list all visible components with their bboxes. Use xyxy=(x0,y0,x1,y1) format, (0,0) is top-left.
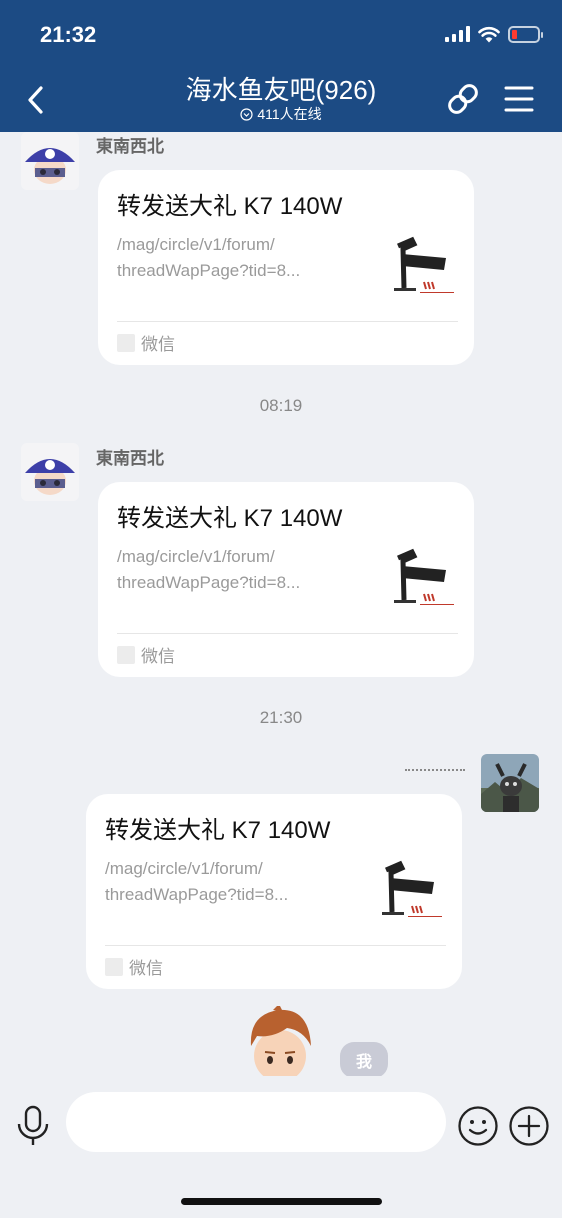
share-link-button[interactable] xyxy=(444,80,482,118)
sender-avatar[interactable] xyxy=(21,132,79,190)
product-thumbnail xyxy=(378,860,444,926)
status-time: 21:32 xyxy=(40,22,97,47)
group-title: 海水鱼友吧(926) xyxy=(185,75,377,105)
card-desc-line: /mag/circle/v1/forum/ xyxy=(117,235,275,254)
shared-link-card[interactable]: 转发送大礼 K7 140W /mag/circle/v1/forum/ thre… xyxy=(98,482,474,677)
sender-name: 東南西北 xyxy=(96,137,164,156)
source-label: 微信 xyxy=(141,335,175,354)
chat-area[interactable]: 東南西北 转发送大礼 K7 140W /mag/circle/v1/forum/… xyxy=(0,132,562,1076)
chevron-left-icon xyxy=(28,86,43,114)
cellular-signal-icon xyxy=(445,26,470,42)
message-timestamp: 21:30 xyxy=(259,708,303,727)
card-title: 转发送大礼 K7 140W xyxy=(117,505,343,532)
card-title: 转发送大礼 K7 140W xyxy=(117,193,343,220)
voice-button[interactable] xyxy=(14,1104,52,1148)
sender-name: 東南西北 xyxy=(96,449,164,468)
card-divider xyxy=(117,633,458,634)
card-divider xyxy=(117,321,458,322)
home-indicator xyxy=(181,1198,382,1205)
wechat-source-icon xyxy=(117,333,135,352)
source-label: 微信 xyxy=(129,959,163,978)
card-desc-line: threadWapPage?tid=8... xyxy=(117,573,301,592)
chevron-down-circle-icon xyxy=(240,107,253,121)
card-desc-line: /mag/circle/v1/forum/ xyxy=(117,547,275,566)
card-description: /mag/circle/v1/forum/ threadWapPage?tid=… xyxy=(105,856,335,908)
message-input[interactable] xyxy=(66,1092,446,1152)
card-title: 转发送大礼 K7 140W xyxy=(105,817,331,844)
card-desc-line: threadWapPage?tid=8... xyxy=(105,885,289,904)
cartoon-boy-avatar[interactable] xyxy=(243,1006,317,1076)
more-button[interactable] xyxy=(508,1105,550,1147)
wechat-source-icon xyxy=(117,645,135,664)
message-timestamp: 08:19 xyxy=(259,396,303,415)
card-divider xyxy=(105,945,446,946)
menu-button[interactable] xyxy=(503,84,535,114)
card-description: /mag/circle/v1/forum/ threadWapPage?tid=… xyxy=(117,232,347,284)
self-name-placeholder xyxy=(405,769,465,772)
card-desc-line: threadWapPage?tid=8... xyxy=(117,261,301,280)
self-avatar[interactable] xyxy=(481,754,539,812)
shared-link-card[interactable]: 转发送大礼 K7 140W /mag/circle/v1/forum/ thre… xyxy=(86,794,462,989)
wifi-icon xyxy=(478,26,500,42)
card-source: 微信 xyxy=(117,642,175,667)
card-source: 微信 xyxy=(117,330,175,355)
menu-icon xyxy=(504,86,534,112)
card-desc-line: /mag/circle/v1/forum/ xyxy=(105,859,263,878)
battery-icon xyxy=(508,25,543,43)
wechat-source-icon xyxy=(105,957,123,976)
back-button[interactable] xyxy=(18,80,52,120)
me-badge[interactable]: 我 xyxy=(340,1042,388,1076)
emoji-button[interactable] xyxy=(457,1105,499,1147)
status-icons xyxy=(445,24,543,44)
card-description: /mag/circle/v1/forum/ threadWapPage?tid=… xyxy=(117,544,347,596)
product-thumbnail xyxy=(390,236,456,302)
online-count: 411人在线 xyxy=(257,106,322,122)
product-thumbnail xyxy=(390,548,456,614)
app-header: 21:32 海水鱼友吧(926) 411人在线 xyxy=(0,0,562,132)
input-bar xyxy=(0,1076,562,1218)
source-label: 微信 xyxy=(141,647,175,666)
smiley-icon xyxy=(458,1106,498,1146)
online-status: 411人在线 xyxy=(131,106,431,122)
plus-circle-icon xyxy=(509,1106,549,1146)
header-title-block[interactable]: 海水鱼友吧(926) 411人在线 xyxy=(131,74,431,122)
sender-avatar[interactable] xyxy=(21,443,79,501)
card-source: 微信 xyxy=(105,954,163,979)
shared-link-card[interactable]: 转发送大礼 K7 140W /mag/circle/v1/forum/ thre… xyxy=(98,170,474,365)
link-icon xyxy=(448,84,478,114)
microphone-icon xyxy=(17,1105,49,1145)
